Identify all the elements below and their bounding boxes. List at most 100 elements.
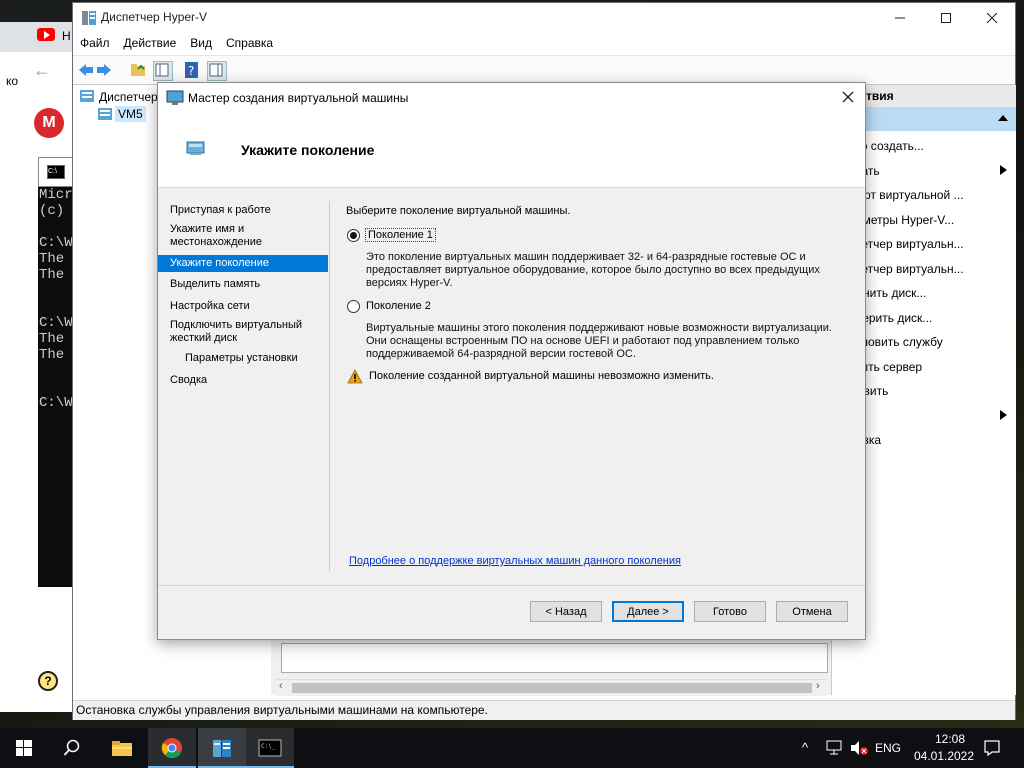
taskbar: C:\_ ^ ENG 12:08 04.01.2022 — [0, 728, 1024, 768]
wizard-title: Мастер создания виртуальной машины — [188, 91, 409, 105]
wizard-header: Укажите поколение — [158, 113, 865, 188]
scroll-left-icon[interactable]: ‹ — [279, 680, 283, 692]
maximize-button[interactable] — [923, 3, 969, 33]
generation-2-radio[interactable] — [347, 300, 360, 313]
wizard-step[interactable]: Параметры установки — [185, 352, 298, 365]
generation-1-label[interactable]: Поколение 1 — [365, 228, 436, 242]
wizard-step-current[interactable]: Укажите поколение — [158, 255, 328, 272]
new-vm-wizard-dialog: Мастер создания виртуальной машины Укажи… — [157, 82, 866, 640]
back-arrow-icon[interactable] — [77, 61, 95, 79]
generation-1-desc-line3: версиях Hyper-V. — [366, 277, 453, 289]
details-list — [281, 643, 828, 673]
wizard-step[interactable]: Укажите имя и местонахождение — [170, 223, 310, 249]
forward-arrow-icon[interactable] — [95, 61, 113, 79]
mega-logo-icon[interactable]: M — [34, 108, 64, 138]
console-taskbar-button[interactable]: C:\_ — [246, 728, 294, 768]
notifications-icon[interactable] — [983, 739, 1001, 757]
language-indicator[interactable]: ENG — [875, 741, 901, 755]
network-icon[interactable] — [826, 740, 842, 756]
folder-icon — [112, 741, 132, 756]
menu-file[interactable]: Файл — [73, 33, 117, 53]
clock-date[interactable]: 04.01.2022 — [911, 749, 977, 763]
menu-action[interactable]: Действие — [117, 33, 184, 53]
horizontal-scrollbar[interactable]: ‹ › — [276, 679, 826, 696]
hyperv-titlebar[interactable]: Диспетчер Hyper-V — [73, 3, 1015, 33]
up-folder-icon[interactable] — [129, 61, 147, 79]
close-button[interactable] — [969, 3, 1015, 33]
back-arrow-icon[interactable]: ← — [33, 60, 51, 81]
console-window: C:\ Micr (c) C:\W The The C:\W The The C… — [38, 157, 74, 667]
tree-root-label[interactable]: Диспетчер — [99, 90, 158, 104]
hyperv-icon — [213, 740, 231, 757]
nav-divider — [329, 201, 330, 571]
windows-logo-icon — [16, 740, 32, 756]
next-button[interactable]: Далее > — [612, 601, 684, 622]
console-output: Micr (c) C:\W The The C:\W The The C:\W — [39, 187, 73, 411]
wizard-titlebar[interactable]: Мастер создания виртуальной машины — [158, 83, 865, 113]
hyperv-app-icon — [81, 10, 97, 26]
wizard-close-icon[interactable] — [842, 91, 854, 103]
finish-button[interactable]: Готово — [694, 601, 766, 622]
file-explorer-button[interactable] — [98, 728, 146, 768]
wizard-steps-nav: Приступая к работе Укажите имя и местонах… — [158, 187, 330, 577]
generation-2-label[interactable]: Поколение 2 — [366, 300, 431, 312]
svg-text:?: ? — [188, 64, 194, 78]
browser-tab-title[interactable]: H — [62, 29, 71, 43]
generation-1-desc-line2: предоставляет виртуальное оборудование, … — [366, 264, 820, 276]
hyperv-taskbar-button[interactable] — [198, 728, 246, 768]
menu-view[interactable]: Вид — [183, 33, 219, 53]
collapse-up-icon[interactable] — [998, 113, 1008, 121]
hyperv-root-icon — [79, 89, 95, 103]
submenu-arrow-icon[interactable] — [1000, 164, 1007, 175]
wizard-heading: Укажите поколение — [241, 142, 375, 158]
generation-prompt: Выберите поколение виртуальной машины. — [346, 205, 571, 217]
menu-help[interactable]: Справка — [219, 33, 280, 53]
toolbar: ? — [73, 55, 1015, 85]
scroll-thumb[interactable] — [292, 683, 812, 693]
console-icon: C:\ — [47, 165, 65, 179]
help-book-icon[interactable]: ? — [183, 61, 201, 79]
generation-2-desc-line3: поддерживаемой 64-разрядной версии госте… — [366, 348, 636, 360]
server-icon — [97, 107, 113, 121]
clock-time[interactable]: 12:08 — [924, 732, 976, 746]
back-button[interactable]: < Назад — [530, 601, 602, 622]
status-bar: Остановка службы управления виртуальными… — [73, 700, 1015, 720]
status-text: Остановка службы управления виртуальными… — [76, 703, 488, 717]
volume-muted-icon[interactable] — [850, 740, 868, 756]
desktop-icon-label: Da — [3, 158, 18, 170]
chrome-icon — [161, 738, 182, 759]
show-hide-actions-icon[interactable] — [207, 61, 227, 81]
minimize-button[interactable] — [877, 3, 923, 33]
submenu-arrow-icon[interactable] — [1000, 409, 1007, 420]
wizard-app-icon — [166, 90, 184, 106]
wizard-step[interactable]: Подключить виртуальный жесткий диск — [170, 319, 310, 345]
generation-2-desc-line1: Виртуальные машины этого поколения подде… — [366, 322, 832, 334]
warning-text: Поколение созданной виртуальной машины н… — [369, 370, 714, 382]
chevron-up-icon[interactable]: ^ — [802, 740, 808, 755]
wizard-step[interactable]: Настройка сети — [170, 300, 250, 313]
show-hide-tree-icon[interactable] — [153, 61, 173, 81]
console-panel — [38, 587, 74, 667]
wizard-step[interactable]: Сводка — [170, 374, 207, 387]
tree-server-vm5[interactable]: VM5 — [115, 106, 146, 122]
generation-2-desc-line2: Они оснащены встроенным ПО на основе UEF… — [366, 335, 800, 347]
help-panel: ? — [38, 667, 74, 712]
cancel-button[interactable]: Отмена — [776, 601, 848, 622]
help-icon[interactable]: ? — [38, 671, 58, 691]
youtube-icon[interactable] — [37, 28, 55, 41]
footer-divider — [158, 585, 865, 586]
hyperv-title: Диспетчер Hyper-V — [101, 10, 208, 24]
menu-bar: Файл Действие Вид Справка — [73, 33, 1015, 55]
console-icon: C:\_ — [258, 739, 282, 757]
chrome-button[interactable] — [148, 728, 196, 768]
search-icon — [63, 739, 80, 756]
search-button[interactable] — [48, 728, 96, 768]
learn-more-link[interactable]: Подробнее о поддержке виртуальных машин … — [349, 555, 681, 567]
wizard-step[interactable]: Выделить память — [170, 278, 260, 291]
svg-text:C:\_: C:\_ — [261, 743, 276, 750]
start-button[interactable] — [0, 728, 48, 768]
generation-icon — [186, 141, 206, 157]
generation-1-radio[interactable] — [347, 229, 360, 242]
wizard-step[interactable]: Приступая к работе — [170, 204, 271, 217]
scroll-right-icon[interactable]: › — [816, 680, 820, 692]
